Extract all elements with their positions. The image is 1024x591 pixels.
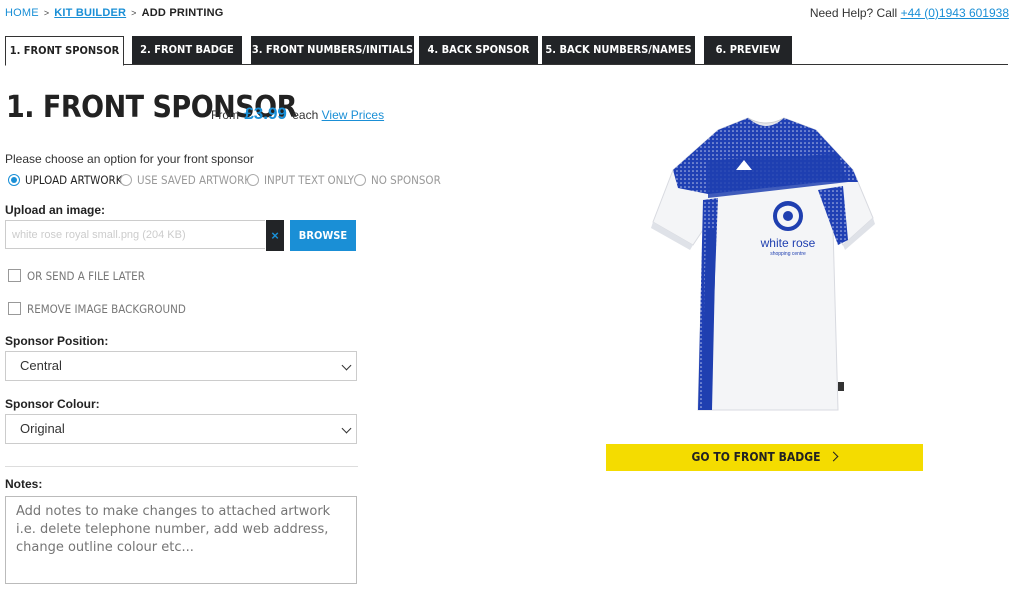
notes-textarea[interactable] bbox=[5, 496, 357, 584]
checkbox-icon bbox=[8, 269, 21, 282]
browse-button[interactable]: BROWSE bbox=[290, 220, 356, 251]
sponsor-colour-label: Sponsor Colour: bbox=[5, 397, 100, 411]
go-to-front-badge-button[interactable]: GO TO FRONT BADGE bbox=[606, 444, 923, 471]
sponsor-colour-select[interactable]: Original bbox=[5, 414, 357, 444]
cta-label: GO TO FRONT BADGE bbox=[691, 450, 821, 464]
chevron-down-icon bbox=[341, 360, 352, 371]
breadcrumb-kit-builder-link[interactable]: KIT BUILDER bbox=[54, 7, 126, 19]
sponsor-option-prompt: Please choose an option for your front s… bbox=[5, 152, 254, 166]
radio-label: NO SPONSOR bbox=[371, 173, 441, 187]
sponsor-logo-text: white rose bbox=[760, 236, 816, 250]
radio-selected-icon bbox=[8, 174, 20, 186]
chevron-down-icon bbox=[341, 423, 352, 434]
radio-no-sponsor[interactable]: NO SPONSOR bbox=[354, 173, 441, 187]
breadcrumb-separator-icon: > bbox=[43, 8, 50, 18]
upload-label: Upload an image: bbox=[5, 203, 106, 217]
radio-empty-icon bbox=[247, 174, 259, 186]
step-tabs: 1. FRONT SPONSOR 2. FRONT BADGE 3. FRONT… bbox=[5, 36, 1008, 66]
radio-empty-icon bbox=[120, 174, 132, 186]
tab-back-sponsor[interactable]: 4. BACK SPONSOR bbox=[419, 36, 538, 64]
notes-label: Notes: bbox=[5, 477, 43, 491]
checkbox-icon bbox=[8, 302, 21, 315]
remove-background-checkbox[interactable]: REMOVE IMAGE BACKGROUND bbox=[8, 302, 186, 316]
radio-label: INPUT TEXT ONLY bbox=[264, 173, 354, 187]
select-value: Original bbox=[20, 421, 65, 436]
help-text: Need Help? Call bbox=[809, 6, 898, 20]
sponsor-position-select[interactable]: Central bbox=[5, 351, 357, 381]
breadcrumb-current: ADD PRINTING bbox=[141, 7, 224, 19]
radio-label: USE SAVED ARTWORK bbox=[137, 173, 252, 187]
breadcrumb-separator-icon: > bbox=[131, 8, 137, 18]
upload-field bbox=[5, 220, 268, 249]
view-prices-link[interactable]: View Prices bbox=[322, 108, 384, 122]
tab-back-numbers-names[interactable]: 5. BACK NUMBERS/NAMES bbox=[542, 36, 695, 64]
price-info: From £3.99 each View Prices bbox=[211, 104, 384, 124]
chevron-right-icon bbox=[829, 451, 839, 462]
checkbox-label: OR SEND A FILE LATER bbox=[27, 269, 145, 283]
radio-empty-icon bbox=[354, 174, 366, 186]
help-contact: Need Help? Call +44 (0)1943 601938 bbox=[810, 6, 1009, 20]
tab-front-badge[interactable]: 2. FRONT BADGE bbox=[132, 36, 242, 64]
sponsor-position-label: Sponsor Position: bbox=[5, 334, 109, 348]
price-from-text: From bbox=[211, 108, 239, 122]
price-value: £3.99 bbox=[244, 104, 287, 123]
checkbox-label: REMOVE IMAGE BACKGROUND bbox=[27, 302, 186, 316]
breadcrumb: HOME > KIT BUILDER > ADD PRINTING bbox=[5, 7, 223, 19]
breadcrumb-home-link[interactable]: HOME bbox=[5, 7, 39, 19]
send-file-later-checkbox[interactable]: OR SEND A FILE LATER bbox=[8, 269, 145, 283]
tab-front-numbers-initials[interactable]: 3. FRONT NUMBERS/INITIALS bbox=[251, 36, 414, 64]
help-phone-link[interactable]: +44 (0)1943 601938 bbox=[901, 6, 1009, 20]
tab-preview[interactable]: 6. PREVIEW bbox=[704, 36, 792, 64]
clear-upload-button[interactable]: × bbox=[266, 220, 284, 251]
upload-filename-input[interactable] bbox=[6, 221, 268, 248]
radio-input-text-only[interactable]: INPUT TEXT ONLY bbox=[247, 173, 354, 187]
tab-front-sponsor[interactable]: 1. FRONT SPONSOR bbox=[5, 36, 124, 66]
select-value: Central bbox=[20, 358, 62, 373]
price-each-text: each bbox=[292, 108, 319, 122]
radio-label: UPLOAD ARTWORK bbox=[25, 173, 123, 187]
shirt-preview-image: white rose shopping centre bbox=[651, 117, 875, 411]
close-icon: × bbox=[271, 228, 279, 243]
section-divider bbox=[5, 466, 358, 467]
radio-use-saved-artwork[interactable]: USE SAVED ARTWORK bbox=[120, 173, 251, 187]
radio-upload-artwork[interactable]: UPLOAD ARTWORK bbox=[8, 173, 123, 187]
sponsor-logo-subtext: shopping centre bbox=[770, 251, 806, 257]
